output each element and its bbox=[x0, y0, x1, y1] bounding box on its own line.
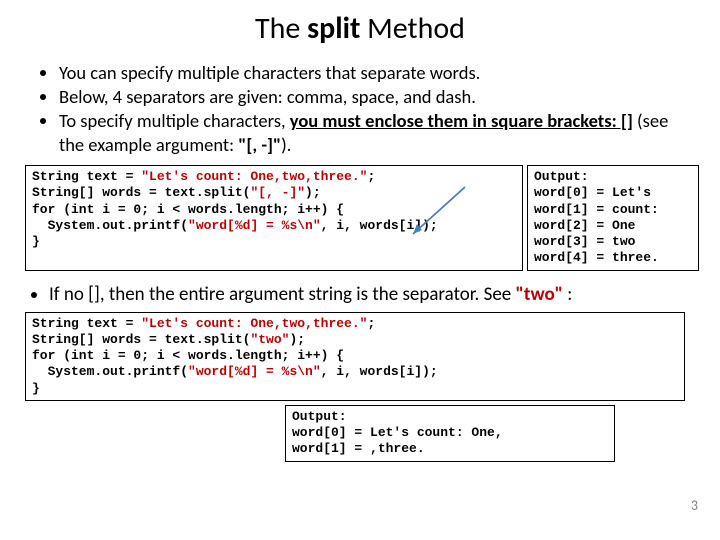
c2-l1b: "Let's count: One,two,three." bbox=[141, 316, 367, 331]
c1-l1c: ; bbox=[367, 169, 375, 184]
bullet-4: If no [], then the entire argument strin… bbox=[49, 283, 695, 306]
b4-red: "two" bbox=[516, 283, 563, 306]
c2-l4a: System.out.printf( bbox=[32, 364, 188, 379]
page-number: 3 bbox=[691, 497, 698, 514]
output-box-2: Output: word[0] = Let's count: One, word… bbox=[285, 405, 615, 462]
o1-r0: word[0] = Let's bbox=[534, 185, 651, 200]
c2-l5: } bbox=[32, 381, 40, 396]
o1-r2: word[2] = One bbox=[534, 218, 635, 233]
o2-r1: word[1] = ,three. bbox=[292, 441, 425, 456]
o1-r3: word[3] = two bbox=[534, 234, 635, 249]
b4-post: : bbox=[563, 283, 572, 306]
title-pre: The bbox=[255, 10, 307, 47]
output-box-1: Output: word[0] = Let's word[1] = count:… bbox=[527, 165, 699, 271]
c2-l2c: ); bbox=[289, 332, 305, 347]
title-post: Method bbox=[360, 10, 465, 47]
c2-l2b: "two" bbox=[250, 332, 289, 347]
bullet-3-pre: To specify multiple characters, bbox=[59, 109, 290, 132]
o2-r0: word[0] = Let's count: One, bbox=[292, 425, 503, 440]
c1-l2c: ); bbox=[305, 185, 321, 200]
code-box-1: String text = "Let's count: One,two,thre… bbox=[25, 165, 523, 271]
c2-l4c: , i, words[i]); bbox=[321, 364, 438, 379]
c2-l1c: ; bbox=[367, 316, 375, 331]
bullet-list-2: If no [], then the entire argument strin… bbox=[25, 283, 695, 306]
c2-l4b: "word[%d] = %s\n" bbox=[188, 364, 321, 379]
c1-l2b: "[, -]" bbox=[250, 185, 305, 200]
bullet-3-underline: you must enclose them in square brackets… bbox=[290, 109, 633, 132]
bullet-1: You can specify multiple characters that… bbox=[59, 61, 695, 85]
title-bold: split bbox=[307, 10, 360, 47]
b4-pre: If no [], then the entire argument strin… bbox=[49, 283, 516, 306]
o2-h: Output: bbox=[292, 409, 347, 424]
bullet-2: Below, 4 separators are given: comma, sp… bbox=[59, 85, 695, 109]
c1-l1b: "Let's count: One,two,three." bbox=[141, 169, 367, 184]
c2-l1a: String text = bbox=[32, 316, 141, 331]
bullet-3-post: ). bbox=[281, 133, 291, 156]
c1-l4c: , i, words[i]); bbox=[321, 218, 438, 233]
c1-l3: for (int i = 0; i < words.length; i++) { bbox=[32, 202, 344, 217]
code-box-2: String text = "Let's count: One,two,thre… bbox=[25, 312, 685, 401]
row-2: Output: word[0] = Let's count: One, word… bbox=[25, 405, 695, 462]
c1-l1a: String text = bbox=[32, 169, 141, 184]
bullet-3: To specify multiple characters, you must… bbox=[59, 109, 695, 157]
slide: The split Method You can specify multipl… bbox=[0, 0, 720, 540]
c2-l2a: String[] words = text.split( bbox=[32, 332, 250, 347]
slide-title: The split Method bbox=[25, 10, 695, 47]
bullet-3-arg: "[, -]" bbox=[238, 133, 281, 156]
c1-l4a: System.out.printf( bbox=[32, 218, 188, 233]
row-1: String text = "Let's count: One,two,thre… bbox=[25, 165, 695, 271]
c2-l3: for (int i = 0; i < words.length; i++) { bbox=[32, 348, 344, 363]
c1-l5: } bbox=[32, 234, 40, 249]
o1-h: Output: bbox=[534, 169, 589, 184]
bullet-list-1: You can specify multiple characters that… bbox=[25, 61, 695, 157]
o1-r4: word[4] = three. bbox=[534, 250, 659, 265]
c1-l4b: "word[%d] = %s\n" bbox=[188, 218, 321, 233]
c1-l2a: String[] words = text.split( bbox=[32, 185, 250, 200]
o1-r1: word[1] = count: bbox=[534, 202, 659, 217]
